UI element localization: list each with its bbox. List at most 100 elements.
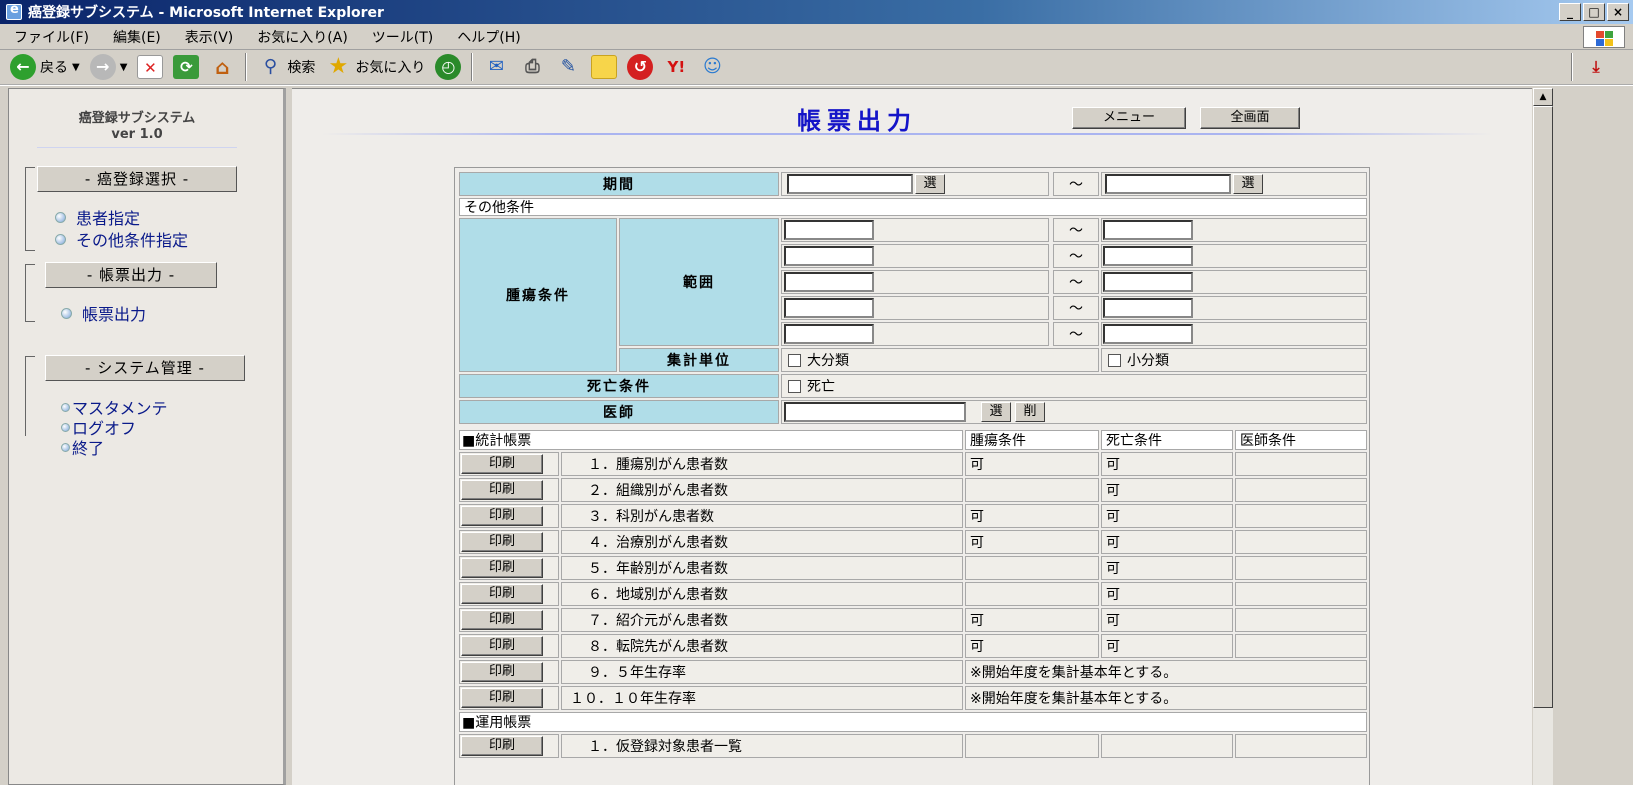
bullet-icon [61, 442, 70, 452]
period-start-select-button[interactable]: 選 [915, 174, 945, 194]
menu-favorites[interactable]: お気に入り(A) [257, 27, 348, 47]
period-start-input[interactable] [787, 174, 913, 194]
range-start-input-4[interactable] [784, 298, 874, 318]
doctor-input[interactable] [784, 402, 966, 422]
people-icon[interactable]: ☺ [699, 55, 725, 79]
minor-class-cell[interactable]: 小分類 [1101, 348, 1367, 372]
print-button[interactable]: 印刷 [461, 532, 543, 552]
range-start-input-3[interactable] [784, 272, 874, 292]
death-checkbox[interactable] [788, 379, 801, 393]
scroll-up-icon[interactable]: ▲ [1533, 88, 1553, 106]
menu-tools[interactable]: ツール(T) [372, 27, 433, 47]
yahoo-icon[interactable]: Y! [663, 55, 689, 79]
death-flag: 可 [1101, 504, 1233, 528]
print-button[interactable]: 印刷 [461, 662, 543, 682]
doctor-delete-button[interactable]: 削 [1015, 402, 1045, 422]
main-content: 帳票出力 メニュー 全画面 期間 選 ～ 選 その他条件 腫瘍条件 範囲 ～ ～… [292, 88, 1532, 785]
doctor-flag [1235, 634, 1367, 658]
print-button[interactable]: 印刷 [461, 636, 543, 656]
range-end-input-3[interactable] [1103, 272, 1193, 292]
print-button[interactable]: 印刷 [461, 688, 543, 708]
range-label: 範囲 [619, 218, 779, 346]
home-icon[interactable]: ⌂ [209, 55, 235, 79]
death-flag: 可 [1101, 478, 1233, 502]
group-cancer-registry: - 癌登録選択 - [37, 166, 237, 192]
report-name: ９．５年生存率 [561, 660, 963, 684]
toolbar-separator [471, 53, 474, 81]
print-button[interactable]: 印刷 [461, 610, 543, 630]
menu-file[interactable]: ファイル(F) [14, 27, 89, 47]
print-button[interactable]: 印刷 [461, 506, 543, 526]
print-icon[interactable]: ⎙ [519, 55, 545, 79]
minimize-button[interactable]: _ [1559, 3, 1581, 21]
sidebar-item-exit[interactable]: 終了 [61, 435, 104, 459]
window-title: 癌登録サブシステム - Microsoft Internet Explorer [28, 5, 384, 21]
notes-icon[interactable] [591, 55, 618, 79]
favorites-button[interactable]: ★ お気に入り [325, 55, 426, 79]
range-start-input-1[interactable] [784, 220, 874, 240]
menu-view[interactable]: 表示(V) [185, 27, 234, 47]
sidebar-item-patient[interactable]: 患者指定 [55, 205, 140, 229]
report-name: ３．科別がん患者数 [561, 504, 963, 528]
report-note: ※開始年度を集計基本年とする。 [965, 660, 1367, 684]
page-title: 帳票出力 [797, 107, 917, 135]
death-flag: 可 [1101, 634, 1233, 658]
search-button[interactable]: ⚲ 検索 [257, 55, 316, 79]
range-end-input-2[interactable] [1103, 246, 1193, 266]
report-name: ４．治療別がん患者数 [561, 530, 963, 554]
range-end-input-1[interactable] [1103, 220, 1193, 240]
minor-class-checkbox[interactable] [1108, 353, 1121, 367]
sidebar-item-label: 帳票出力 [82, 305, 147, 324]
report-name: ７．紹介元がん患者数 [561, 608, 963, 632]
sidebar: 癌登録サブシステム ver 1.0 - 癌登録選択 - 患者指定 その他条件指定… [8, 88, 286, 785]
report-form: 期間 選 ～ 選 その他条件 腫瘍条件 範囲 ～ ～ ～ ～ ～ 集計単位 大分… [454, 167, 1370, 785]
sidebar-item-report-output[interactable]: 帳票出力 [61, 301, 146, 325]
range-tilde-1: ～ [1053, 218, 1099, 242]
print-button[interactable]: 印刷 [461, 558, 543, 578]
print-button[interactable]: 印刷 [461, 454, 543, 474]
death-cell[interactable]: 死亡 [781, 374, 1367, 398]
menu-edit[interactable]: 編集(E) [113, 27, 161, 47]
range-end-input-5[interactable] [1103, 324, 1193, 344]
refresh-icon[interactable]: ⟳ [173, 55, 200, 79]
messenger-icon[interactable]: ↺ [627, 54, 654, 80]
range-start-input-5[interactable] [784, 324, 874, 344]
period-end-select-button[interactable]: 選 [1233, 174, 1263, 194]
range-end-input-4[interactable] [1103, 298, 1193, 318]
forward-button[interactable]: → ▼ [89, 54, 127, 80]
maximize-button[interactable]: □ [1583, 3, 1605, 21]
print-button[interactable]: 印刷 [461, 480, 543, 500]
mail-icon[interactable]: ✉ [483, 55, 509, 79]
menu-button[interactable]: メニュー [1072, 107, 1186, 129]
history-icon[interactable]: ◴ [435, 54, 462, 80]
scroll-thumb[interactable] [1533, 106, 1553, 708]
report-name: ６．地域別がん患者数 [561, 582, 963, 606]
sidebar-item-other-conditions[interactable]: その他条件指定 [55, 227, 188, 251]
stop-icon[interactable]: ✕ [137, 55, 164, 79]
back-button[interactable]: ← 戻る ▼ [10, 54, 80, 80]
acrobat-icon[interactable]: ⤓ [1583, 55, 1609, 79]
ie-app-icon [6, 2, 22, 20]
menu-bar: ファイル(F) 編集(E) 表示(V) お気に入り(A) ツール(T) ヘルプ(… [0, 24, 1633, 50]
tumor-flag: 可 [965, 530, 1099, 554]
period-tilde: ～ [1053, 172, 1099, 196]
fullscreen-button[interactable]: 全画面 [1200, 107, 1300, 129]
doctor-select-button[interactable]: 選 [981, 402, 1011, 422]
range-start-input-2[interactable] [784, 246, 874, 266]
print-button[interactable]: 印刷 [461, 584, 543, 604]
vertical-scrollbar[interactable]: ▲ [1533, 88, 1553, 785]
major-class-checkbox[interactable] [788, 353, 801, 367]
tumor-condition-label: 腫瘍条件 [459, 218, 617, 372]
title-underline [322, 133, 1492, 135]
menu-help[interactable]: ヘルプ(H) [457, 27, 520, 47]
range-tilde-2: ～ [1053, 244, 1099, 268]
major-class-cell[interactable]: 大分類 [781, 348, 1099, 372]
period-end-input[interactable] [1105, 174, 1231, 194]
report-name: １０．１０年生存率 [561, 686, 963, 710]
print-button[interactable]: 印刷 [461, 736, 543, 756]
tumor-flag: 可 [965, 634, 1099, 658]
close-button[interactable]: × [1607, 3, 1629, 21]
doctor-flag [1235, 608, 1367, 632]
edit-icon[interactable]: ✎ [555, 55, 581, 79]
report-name: ８．転院先がん患者数 [561, 634, 963, 658]
